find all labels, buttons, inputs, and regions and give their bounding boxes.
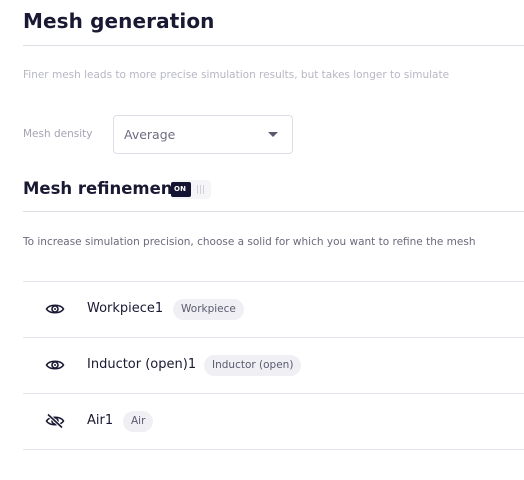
- toggle-state-label: ON: [174, 185, 187, 193]
- solid-row[interactable]: Inductor (open)1 Inductor (open): [23, 338, 524, 393]
- toggle-knob: ON: [171, 182, 191, 197]
- mesh-refinement-toggle[interactable]: ON: [171, 180, 211, 199]
- chevron-down-icon: [268, 132, 278, 137]
- solid-row[interactable]: Workpiece1 Workpiece: [23, 282, 524, 337]
- mesh-density-select[interactable]: Average: [113, 115, 293, 154]
- toggle-grip-line: [203, 185, 204, 194]
- eye-off-icon[interactable]: [45, 413, 65, 429]
- divider: [23, 45, 524, 46]
- mesh-refinement-description: To increase simulation precision, choose…: [23, 236, 476, 248]
- solid-name: Inductor (open)1: [87, 357, 197, 372]
- solid-type-tag: Air: [123, 411, 154, 432]
- solid-row[interactable]: Air1 Air: [23, 394, 524, 449]
- mesh-density-value: Average: [124, 127, 176, 142]
- divider: [23, 211, 524, 212]
- solid-name: Workpiece1: [87, 301, 164, 316]
- mesh-hint-text: Finer mesh leads to more precise simulat…: [23, 69, 450, 81]
- toggle-grip-line: [200, 185, 201, 194]
- eye-icon[interactable]: [45, 301, 65, 317]
- toggle-grip-line: [197, 185, 198, 194]
- mesh-density-label: Mesh density: [23, 128, 93, 140]
- solid-name: Air1: [87, 413, 114, 428]
- list-separator: [23, 449, 524, 450]
- solid-type-tag: Inductor (open): [204, 355, 302, 376]
- solid-type-tag: Workpiece: [173, 299, 244, 320]
- eye-icon[interactable]: [45, 357, 65, 373]
- mesh-generation-title: Mesh generation: [23, 9, 215, 33]
- solids-list: Workpiece1 Workpiece Inductor (open)1 In…: [23, 281, 524, 450]
- mesh-refinement-title: Mesh refinement: [23, 179, 181, 198]
